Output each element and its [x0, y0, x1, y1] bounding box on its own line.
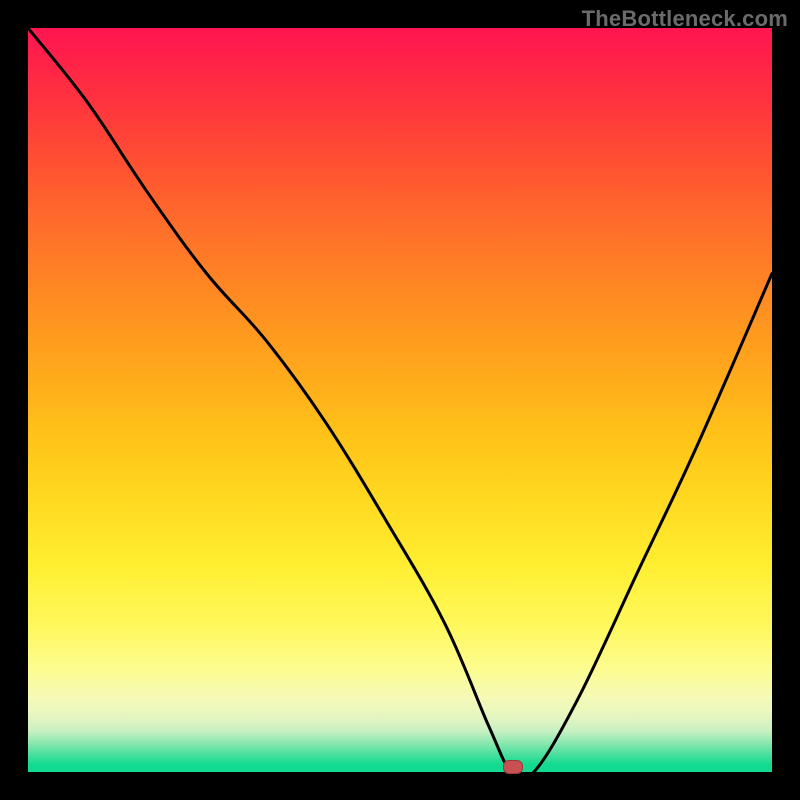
optimal-marker — [503, 760, 523, 774]
site-watermark: TheBottleneck.com — [582, 6, 788, 32]
bottleneck-curve — [28, 28, 772, 772]
chart-frame: TheBottleneck.com — [0, 0, 800, 800]
plot-area — [28, 28, 772, 772]
